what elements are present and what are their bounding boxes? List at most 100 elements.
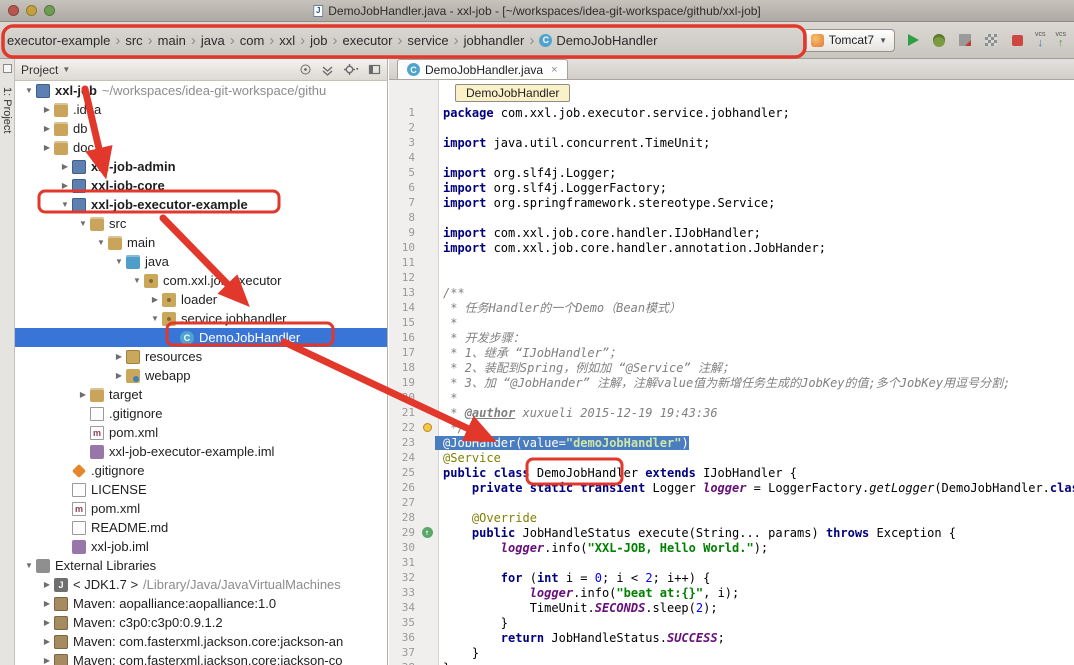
line-number[interactable]: 33 bbox=[389, 586, 419, 599]
line-number[interactable]: 1 bbox=[389, 106, 419, 119]
line-number[interactable]: 6 bbox=[389, 181, 419, 194]
code-line-25[interactable]: 25public class DemoJobHandler extends IJ… bbox=[389, 465, 1074, 480]
project-tool-window-button[interactable]: 1: Project bbox=[1, 87, 13, 133]
tree-expand-arrow-icon[interactable]: ▶ bbox=[41, 124, 53, 133]
line-number[interactable]: 38 bbox=[389, 661, 419, 665]
tree-item-maven-com-fasterxml-jackson-core-jackson-co[interactable]: ▶Maven: com.fasterxml.jackson.core:jacks… bbox=[15, 651, 387, 665]
profiler-button[interactable] bbox=[983, 32, 999, 48]
gutter-slot[interactable] bbox=[419, 423, 435, 432]
breadcrumb-item[interactable]: src bbox=[123, 32, 144, 49]
tree-item-maven-aopalliance-aopalliance-1-0[interactable]: ▶Maven: aopalliance:aopalliance:1.0 bbox=[15, 594, 387, 613]
line-number[interactable]: 7 bbox=[389, 196, 419, 209]
code-line-22[interactable]: 22 */ bbox=[389, 420, 1074, 435]
tree-item-xxl-job-iml[interactable]: xxl-job.iml bbox=[15, 537, 387, 556]
settings-gear-icon[interactable] bbox=[343, 63, 359, 76]
tree-expand-arrow-icon[interactable]: ▼ bbox=[77, 219, 89, 228]
tree-expand-arrow-icon[interactable]: ▼ bbox=[95, 238, 107, 247]
code-line-3[interactable]: 3import java.util.concurrent.TimeUnit; bbox=[389, 135, 1074, 150]
code-line-35[interactable]: 35 } bbox=[389, 615, 1074, 630]
tree-expand-arrow-icon[interactable]: ▶ bbox=[149, 295, 161, 304]
tree-expand-arrow-icon[interactable]: ▼ bbox=[23, 561, 35, 570]
code-line-8[interactable]: 8 bbox=[389, 210, 1074, 225]
breadcrumb-item[interactable]: com bbox=[238, 32, 267, 49]
override-method-icon[interactable]: ↑ bbox=[422, 527, 433, 538]
line-number[interactable]: 36 bbox=[389, 631, 419, 644]
tree-expand-arrow-icon[interactable]: ▶ bbox=[41, 143, 53, 152]
stop-button[interactable] bbox=[1009, 32, 1025, 48]
vcs-update-button[interactable]: vcs ↓ bbox=[1035, 31, 1046, 49]
line-number[interactable]: 4 bbox=[389, 151, 419, 164]
tree-item--gitignore[interactable]: .gitignore bbox=[15, 404, 387, 423]
code-line-32[interactable]: 32 for (int i = 0; i < 2; i++) { bbox=[389, 570, 1074, 585]
line-number[interactable]: 10 bbox=[389, 241, 419, 254]
code-line-12[interactable]: 12 bbox=[389, 270, 1074, 285]
code-line-10[interactable]: 10import com.xxl.job.core.handler.annota… bbox=[389, 240, 1074, 255]
code-line-21[interactable]: 21 * @author xuxueli 2015-12-19 19:43:36 bbox=[389, 405, 1074, 420]
tree-item-xxl-job-core[interactable]: ▶xxl-job-core bbox=[15, 176, 387, 195]
tree-item--idea[interactable]: ▶.idea bbox=[15, 100, 387, 119]
tree-expand-arrow-icon[interactable]: ▶ bbox=[41, 580, 53, 589]
code-editor[interactable]: 1package com.xxl.job.executor.service.jo… bbox=[389, 80, 1074, 665]
tree-item-xxl-job[interactable]: ▼xxl-job~/workspaces/idea-git-workspace/… bbox=[15, 81, 387, 100]
line-number[interactable]: 28 bbox=[389, 511, 419, 524]
code-line-26[interactable]: 26 private static transient Logger logge… bbox=[389, 480, 1074, 495]
tree-item-xxl-job-admin[interactable]: ▶xxl-job-admin bbox=[15, 157, 387, 176]
line-number[interactable]: 8 bbox=[389, 211, 419, 224]
line-number[interactable]: 32 bbox=[389, 571, 419, 584]
tree-item--gitignore[interactable]: .gitignore bbox=[15, 461, 387, 480]
line-number[interactable]: 34 bbox=[389, 601, 419, 614]
tree-expand-arrow-icon[interactable]: ▼ bbox=[23, 86, 35, 95]
line-number[interactable]: 22 bbox=[389, 421, 419, 434]
chevron-down-icon[interactable]: ▼ bbox=[62, 65, 70, 74]
breadcrumb-item[interactable]: xxl bbox=[277, 32, 297, 49]
tree-expand-arrow-icon[interactable]: ▼ bbox=[131, 276, 143, 285]
tree-expand-arrow-icon[interactable]: ▶ bbox=[41, 618, 53, 627]
tree-item-java[interactable]: ▼java bbox=[15, 252, 387, 271]
tree-item-external-libraries[interactable]: ▼External Libraries bbox=[15, 556, 387, 575]
code-line-33[interactable]: 33 logger.info("beat at:{}", i); bbox=[389, 585, 1074, 600]
tree-item-target[interactable]: ▶target bbox=[15, 385, 387, 404]
code-line-9[interactable]: 9import com.xxl.job.core.handler.IJobHan… bbox=[389, 225, 1074, 240]
run-button[interactable] bbox=[905, 32, 921, 48]
tree-item-com-xxl-job-executor[interactable]: ▼com.xxl.job.executor bbox=[15, 271, 387, 290]
line-number[interactable]: 3 bbox=[389, 136, 419, 149]
window-controls[interactable] bbox=[0, 5, 55, 16]
code-line-6[interactable]: 6import org.slf4j.LoggerFactory; bbox=[389, 180, 1074, 195]
breadcrumb-item[interactable]: executor-example bbox=[5, 32, 112, 49]
tree-expand-arrow-icon[interactable]: ▼ bbox=[149, 314, 161, 323]
tree-item-pom-xml[interactable]: mpom.xml bbox=[15, 499, 387, 518]
breadcrumb-item[interactable]: executor bbox=[341, 32, 395, 49]
code-line-17[interactable]: 17 * 1、继承 “IJobHandler”； bbox=[389, 345, 1074, 360]
code-line-16[interactable]: 16 * 开发步骤： bbox=[389, 330, 1074, 345]
line-number[interactable]: 18 bbox=[389, 361, 419, 374]
tree-item-xxl-job-executor-example-iml[interactable]: xxl-job-executor-example.iml bbox=[15, 442, 387, 461]
tree-expand-arrow-icon[interactable]: ▼ bbox=[59, 200, 71, 209]
line-number[interactable]: 29 bbox=[389, 526, 419, 539]
line-number[interactable]: 2 bbox=[389, 121, 419, 134]
code-line-19[interactable]: 19 * 3、加 “@JobHander” 注解，注解value值为新增任务生成… bbox=[389, 375, 1074, 390]
tree-item-maven-c3p0-c3p0-0-9-1-2[interactable]: ▶Maven: c3p0:c3p0:0.9.1.2 bbox=[15, 613, 387, 632]
code-line-23[interactable]: 23@JobHander(value="demoJobHandler") bbox=[389, 435, 1074, 450]
line-number[interactable]: 21 bbox=[389, 406, 419, 419]
code-line-34[interactable]: 34 TimeUnit.SECONDS.sleep(2); bbox=[389, 600, 1074, 615]
tree-item--jdk1-7-[interactable]: ▶J< JDK1.7 >/Library/Java/JavaVirtualMac… bbox=[15, 575, 387, 594]
code-line-11[interactable]: 11 bbox=[389, 255, 1074, 270]
minimize-window-button[interactable] bbox=[26, 5, 37, 16]
breadcrumb-item[interactable]: main bbox=[156, 32, 188, 49]
close-window-button[interactable] bbox=[8, 5, 19, 16]
line-number[interactable]: 24 bbox=[389, 451, 419, 464]
tree-item-resources[interactable]: ▶resources bbox=[15, 347, 387, 366]
tree-expand-arrow-icon[interactable]: ▶ bbox=[113, 371, 125, 380]
locate-icon[interactable] bbox=[299, 63, 312, 76]
code-line-27[interactable]: 27 bbox=[389, 495, 1074, 510]
tree-item-license[interactable]: LICENSE bbox=[15, 480, 387, 499]
line-number[interactable]: 12 bbox=[389, 271, 419, 284]
tree-expand-arrow-icon[interactable]: ▶ bbox=[41, 637, 53, 646]
editor-breadcrumb-chip[interactable]: DemoJobHandler bbox=[455, 84, 570, 102]
line-number[interactable]: 13 bbox=[389, 286, 419, 299]
line-number[interactable]: 25 bbox=[389, 466, 419, 479]
tree-item-src[interactable]: ▼src bbox=[15, 214, 387, 233]
line-number[interactable]: 11 bbox=[389, 256, 419, 269]
line-number[interactable]: 26 bbox=[389, 481, 419, 494]
tree-expand-arrow-icon[interactable]: ▶ bbox=[59, 162, 71, 171]
